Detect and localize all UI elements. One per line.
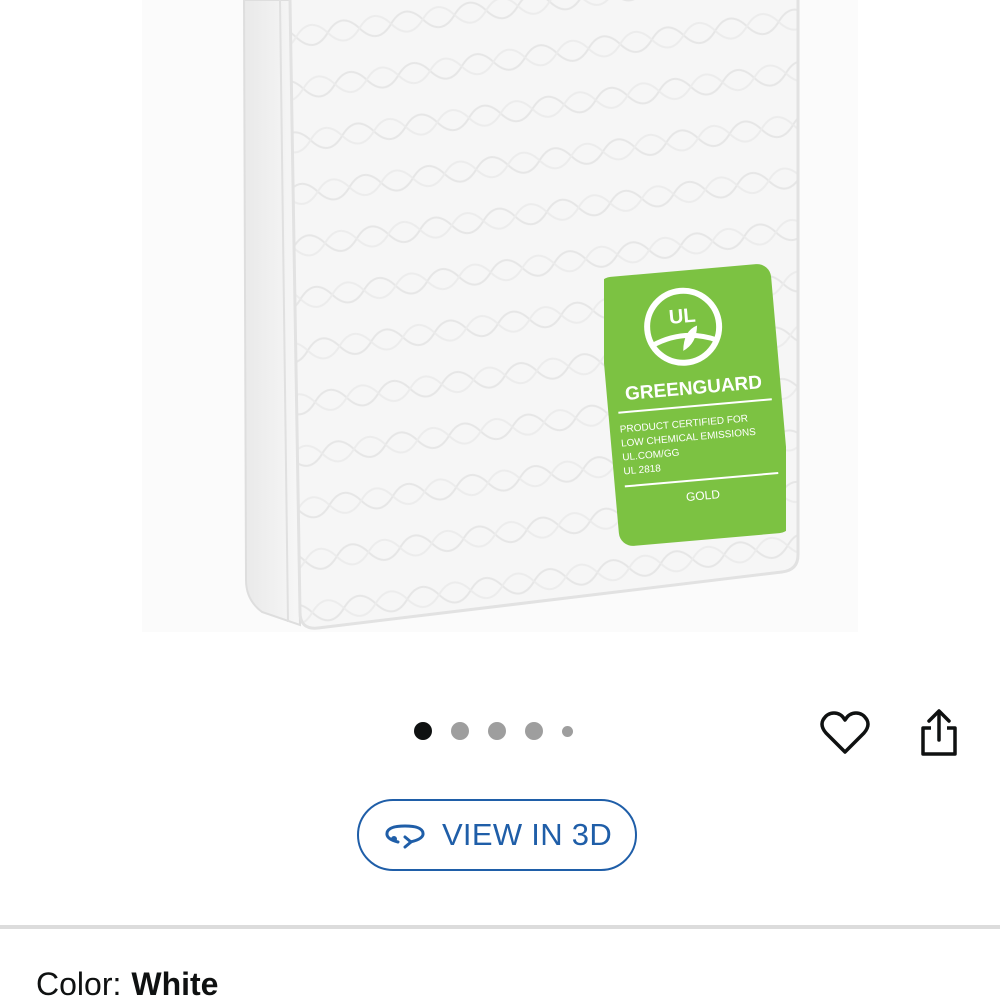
color-value: White	[131, 966, 219, 1000]
greenguard-badge: UL GREENGUARD PRODUCT CERTIFIED FOR LOW …	[604, 264, 786, 546]
color-label: Color:	[36, 966, 122, 1000]
heart-outline-icon	[820, 711, 870, 754]
mattress-image	[142, 0, 858, 632]
carousel-dot-4[interactable]	[525, 722, 543, 740]
view-in-3d-button[interactable]: VIEW IN 3D	[357, 799, 637, 871]
share-icon	[921, 709, 957, 756]
wishlist-button[interactable]	[815, 703, 875, 763]
carousel-dot-2[interactable]	[451, 722, 469, 740]
rotate-3d-icon	[382, 820, 428, 850]
carousel-dot-5[interactable]	[562, 725, 573, 737]
carousel-dot-1[interactable]	[414, 722, 432, 740]
product-page: UL GREENGUARD PRODUCT CERTIFIED FOR LOW …	[0, 0, 1000, 1000]
ul-logo-text: UL	[668, 305, 696, 329]
carousel-dot-3[interactable]	[488, 722, 506, 740]
product-image[interactable]: UL GREENGUARD PRODUCT CERTIFIED FOR LOW …	[0, 0, 1000, 640]
view-in-3d-label: VIEW IN 3D	[441, 817, 613, 852]
image-carousel-dots	[414, 722, 573, 740]
section-divider	[0, 925, 1000, 929]
color-selection-row: Color: White	[36, 966, 218, 1000]
share-button[interactable]	[909, 703, 969, 763]
badge-tier: GOLD	[685, 487, 720, 504]
